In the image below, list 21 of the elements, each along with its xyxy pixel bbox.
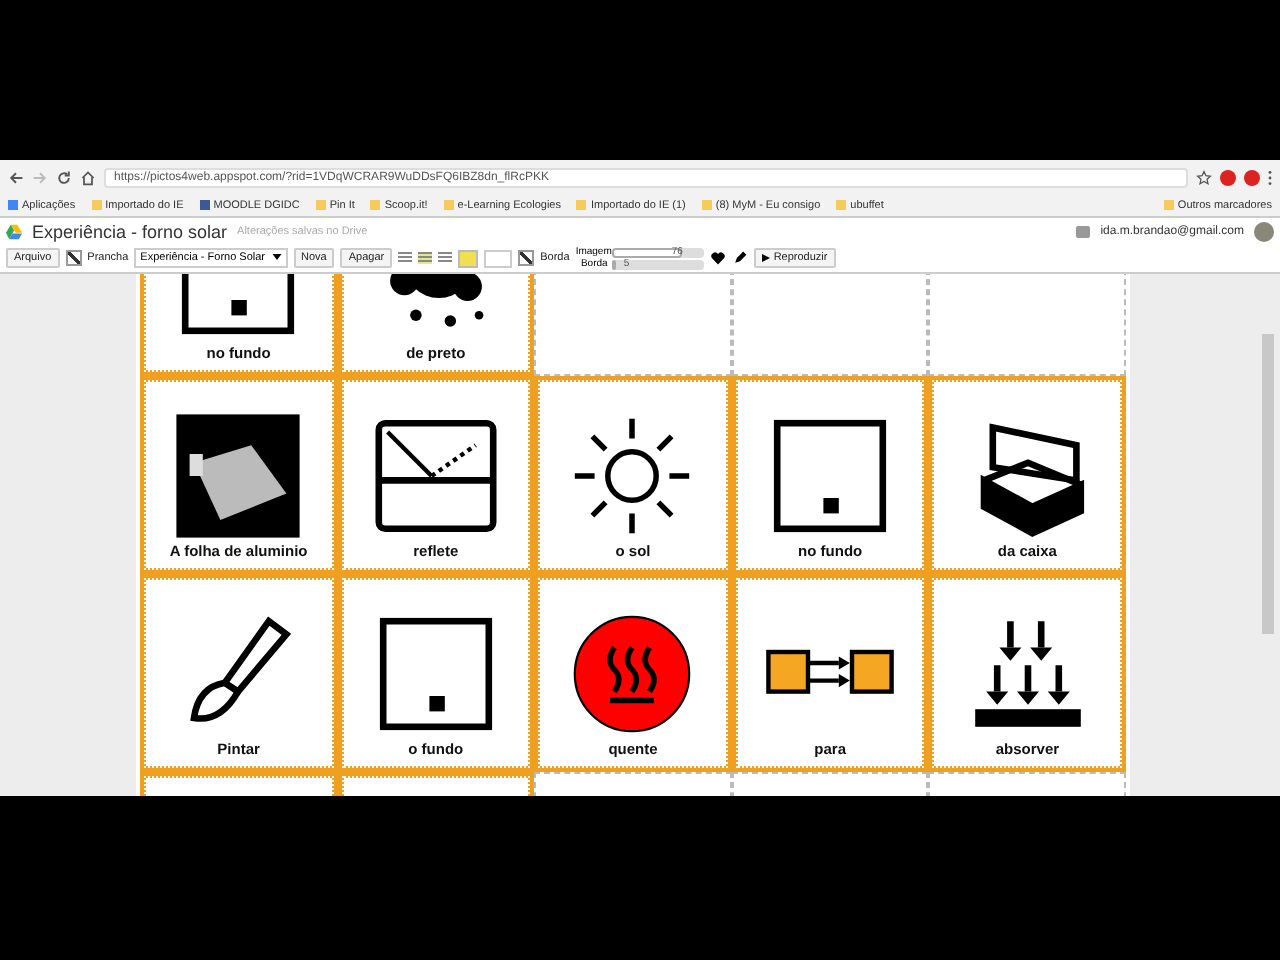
align-icon[interactable] — [418, 252, 433, 264]
reload-icon[interactable] — [56, 169, 72, 185]
document-title: Experiência - forno solar — [32, 221, 228, 241]
home-icon[interactable] — [80, 169, 96, 185]
avatar[interactable] — [1254, 221, 1274, 241]
comment-icon[interactable] — [1076, 225, 1091, 237]
drive-icon — [6, 223, 22, 239]
scrollbar-thumb[interactable] — [1262, 334, 1274, 634]
border-color-select[interactable] — [484, 249, 513, 267]
pencil-icon[interactable] — [731, 250, 748, 266]
foil-roll-icon — [172, 410, 305, 542]
color-swatch[interactable] — [458, 249, 479, 267]
caret-icon — [271, 254, 282, 260]
border-checkbox[interactable] — [518, 250, 535, 266]
play-icon — [761, 254, 770, 262]
heart-icon[interactable] — [709, 250, 726, 266]
board-checkbox[interactable] — [65, 250, 82, 266]
star-icon[interactable] — [1196, 169, 1212, 185]
align-icon[interactable] — [438, 252, 453, 264]
align-icon[interactable] — [398, 252, 413, 264]
back-icon[interactable] — [8, 169, 24, 185]
